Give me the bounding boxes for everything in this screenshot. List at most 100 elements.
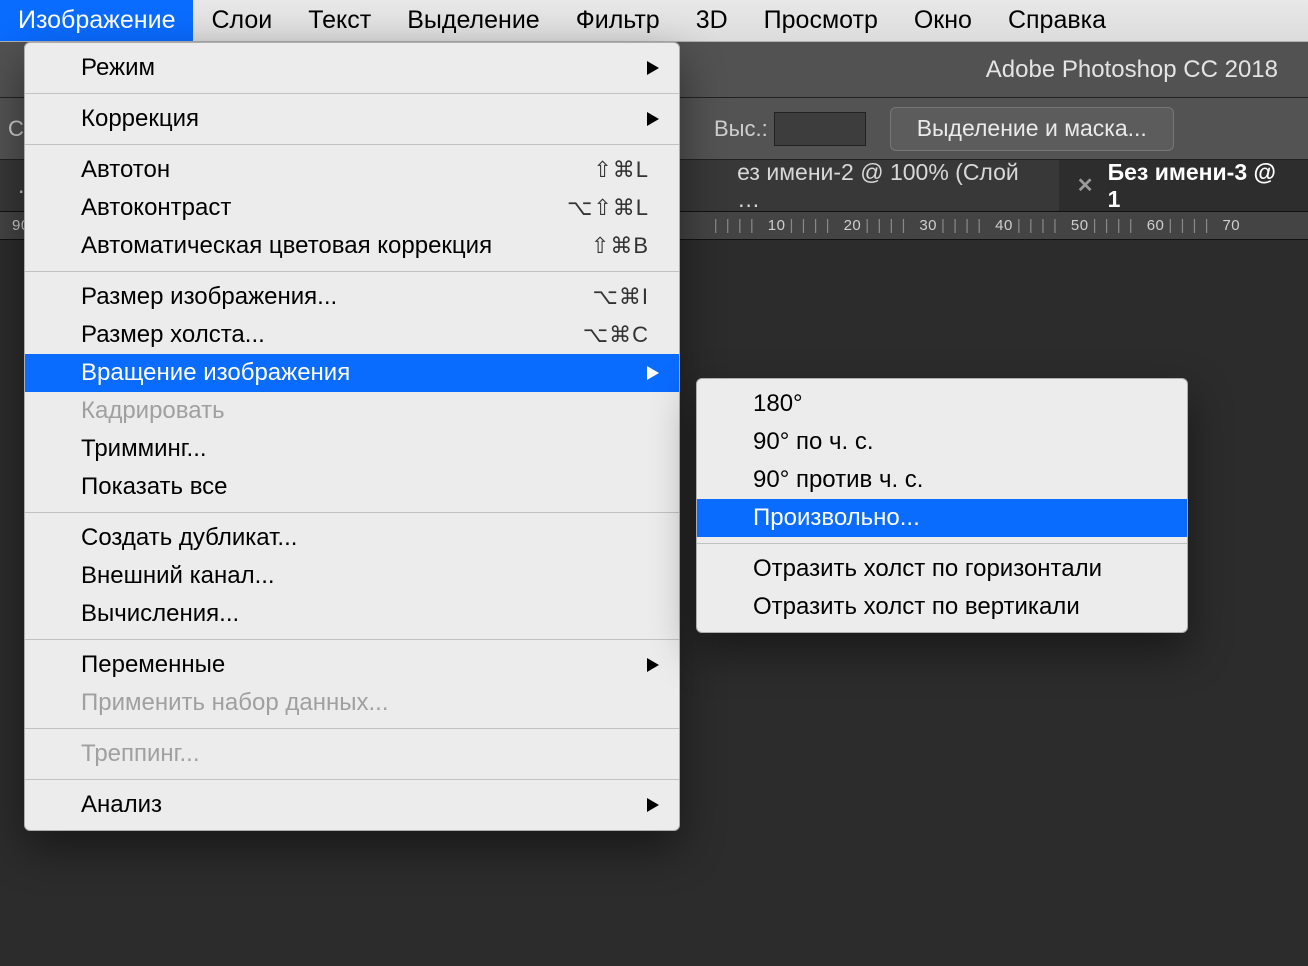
menu-label: Применить набор данных... [81,689,649,717]
menu-label: Кадрировать [81,397,649,425]
menu-auto-color[interactable]: Автоматическая цветовая коррекция ⇧⌘B [25,227,679,265]
submenu-arrow-icon [647,366,659,380]
shortcut: ⇧⌘B [591,233,649,259]
tab-untitled-3[interactable]: ✕ Без имени-3 @ 1 [1059,160,1308,211]
app-title: Adobe Photoshop CC 2018 [986,56,1278,84]
separator [25,144,679,145]
menu-label: Создать дубликат... [81,524,649,552]
tab-untitled-2[interactable]: ез имени-2 @ 100% (Слой … [719,160,1059,211]
separator [25,512,679,513]
ruler-mark: 30 [919,217,937,234]
separator [25,779,679,780]
menu-canvas-size[interactable]: Размер холста... ⌥⌘C [25,316,679,354]
submenu-arrow-icon [647,61,659,75]
menu-3d[interactable]: 3D [678,0,746,41]
menu-window[interactable]: Окно [896,0,990,41]
menu-help[interactable]: Справка [990,0,1124,41]
menu-label: Автоконтраст [81,194,527,222]
menu-apply-data-set: Применить набор данных... [25,684,679,722]
menu-label: Тримминг... [81,435,649,463]
shortcut: ⌥⌘C [583,322,649,348]
tab-label: ез имени-2 @ 100% (Слой … [737,159,1041,213]
menu-label: Вращение изображения [81,359,649,387]
menu-adjustments[interactable]: Коррекция [25,100,679,138]
rotate-180[interactable]: 180° [697,385,1187,423]
menu-analysis[interactable]: Анализ [25,786,679,824]
select-and-mask-button[interactable]: Выделение и маска... [890,107,1174,151]
menu-image-size[interactable]: Размер изображения... ⌥⌘I [25,278,679,316]
menu-label: Отразить холст по горизонтали [753,555,1157,583]
shortcut: ⌥⇧⌘L [567,195,649,221]
ruler-mark: 70 [1222,217,1240,234]
menu-label: Показать все [81,473,649,501]
menu-apply-image[interactable]: Внешний канал... [25,557,679,595]
menu-label: 90° по ч. с. [753,428,1157,456]
menu-view[interactable]: Просмотр [746,0,896,41]
menu-label: Автотон [81,156,553,184]
submenu-arrow-icon [647,112,659,126]
menu-label: Справка [1008,6,1106,35]
shortcut: ⌥⌘I [593,284,649,310]
menu-label: 3D [696,6,728,35]
image-menu-dropdown: Режим Коррекция Автотон ⇧⌘L Автоконтраст… [24,42,680,831]
submenu-arrow-icon [647,658,659,672]
menu-label: Изображение [18,6,175,35]
menu-label: Режим [81,54,649,82]
menu-label: Текст [308,6,371,35]
submenu-arrow-icon [647,798,659,812]
menu-duplicate[interactable]: Создать дубликат... [25,519,679,557]
menu-label: Коррекция [81,105,649,133]
menu-variables[interactable]: Переменные [25,646,679,684]
menu-image-rotation[interactable]: Вращение изображения [25,354,679,392]
ruler-mark: 40 [995,217,1013,234]
menu-text[interactable]: Текст [290,0,389,41]
menu-select[interactable]: Выделение [389,0,557,41]
menu-trim[interactable]: Тримминг... [25,430,679,468]
menu-label: 90° против ч. с. [753,466,1157,494]
menu-filter[interactable]: Фильтр [558,0,678,41]
menu-label: Внешний канал... [81,562,649,590]
separator [25,271,679,272]
menu-trap: Треппинг... [25,735,679,773]
separator [697,543,1187,544]
separator [25,639,679,640]
rotate-90-ccw[interactable]: 90° против ч. с. [697,461,1187,499]
rotation-submenu: 180° 90° по ч. с. 90° против ч. с. Произ… [696,378,1188,633]
menu-label: Выделение [407,6,539,35]
menu-label: Вычисления... [81,600,649,628]
button-label: Выделение и маска... [917,115,1147,142]
menu-mode[interactable]: Режим [25,49,679,87]
height-label: Выс.: [714,116,768,142]
menu-label: Переменные [81,651,649,679]
menu-bar: Изображение Слои Текст Выделение Фильтр … [0,0,1308,42]
menu-label: Автоматическая цветовая коррекция [81,232,551,260]
menu-label: Размер холста... [81,321,543,349]
menu-calculations[interactable]: Вычисления... [25,595,679,633]
menu-label: 180° [753,390,1157,418]
height-input[interactable] [774,112,866,146]
rotate-arbitrary[interactable]: Произвольно... [697,499,1187,537]
shortcut: ⇧⌘L [593,157,649,183]
menu-label: Анализ [81,791,649,819]
ruler-mark: 20 [844,217,862,234]
menu-label: Размер изображения... [81,283,553,311]
flip-vertical[interactable]: Отразить холст по вертикали [697,588,1187,626]
menu-label: Произвольно... [753,504,1157,532]
menu-label: Просмотр [764,6,878,35]
menu-crop: Кадрировать [25,392,679,430]
ruler-mark: 10 [768,217,786,234]
menu-reveal-all[interactable]: Показать все [25,468,679,506]
menu-layers[interactable]: Слои [193,0,290,41]
menu-auto-contrast[interactable]: Автоконтраст ⌥⇧⌘L [25,189,679,227]
ruler-mark: 50 [1071,217,1089,234]
tab-label: Без имени-3 @ 1 [1108,159,1290,213]
menu-image[interactable]: Изображение [0,0,193,41]
ruler-mark: 60 [1147,217,1165,234]
rotate-90-cw[interactable]: 90° по ч. с. [697,423,1187,461]
menu-label: Окно [914,6,972,35]
menu-auto-tone[interactable]: Автотон ⇧⌘L [25,151,679,189]
flip-horizontal[interactable]: Отразить холст по горизонтали [697,550,1187,588]
separator [25,728,679,729]
close-icon[interactable]: ✕ [1077,173,1094,198]
menu-label: Треппинг... [81,740,649,768]
